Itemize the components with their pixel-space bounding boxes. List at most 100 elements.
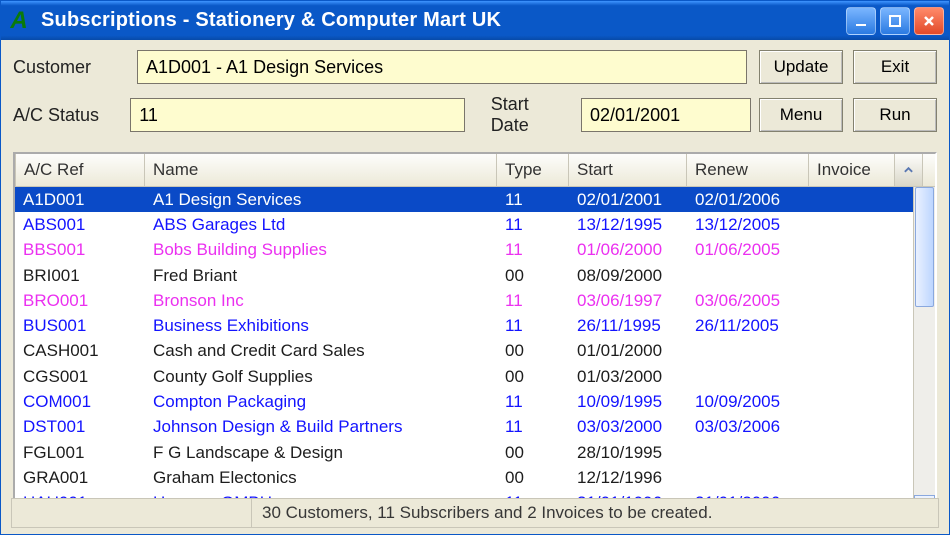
update-button[interactable]: Update: [759, 50, 843, 84]
titlebar[interactable]: A Subscriptions - Stationery & Computer …: [1, 1, 949, 40]
cell-type: 00: [497, 367, 569, 387]
chevron-up-icon: [903, 164, 914, 176]
cell-type: 00: [497, 443, 569, 463]
col-header-type[interactable]: Type: [497, 154, 569, 186]
cell-start: 03/03/2000: [569, 417, 687, 437]
table-row[interactable]: BBS001Bobs Building Supplies1101/06/2000…: [15, 238, 913, 263]
ac-status-input[interactable]: [130, 98, 464, 132]
cell-renew: 13/12/2005: [687, 215, 809, 235]
customer-input[interactable]: [137, 50, 747, 84]
cell-ac: BRI001: [15, 266, 145, 286]
menu-button[interactable]: Menu: [759, 98, 843, 132]
statusbar-message: 30 Customers, 11 Subscribers and 2 Invoi…: [251, 498, 939, 528]
cell-name: Graham Electonics: [145, 468, 497, 488]
start-date-input[interactable]: [581, 98, 751, 132]
cell-ac: ABS001: [15, 215, 145, 235]
cell-name: Johnson Design & Build Partners: [145, 417, 497, 437]
cell-ac: A1D001: [15, 190, 145, 210]
cell-name: F G Landscape & Design: [145, 443, 497, 463]
exit-button[interactable]: Exit: [853, 50, 937, 84]
scrollbar-header-spacer: [895, 154, 923, 186]
scrollbar-thumb[interactable]: [915, 187, 934, 307]
window-controls: [846, 7, 944, 35]
cell-start: 01/01/2000: [569, 341, 687, 361]
cell-ac: COM001: [15, 392, 145, 412]
cell-name: Compton Packaging: [145, 392, 497, 412]
cell-type: 11: [497, 392, 569, 412]
cell-type: 11: [497, 240, 569, 260]
ac-status-label: A/C Status: [13, 105, 122, 126]
subscriptions-window: A Subscriptions - Stationery & Computer …: [0, 0, 950, 535]
cell-type: 11: [497, 190, 569, 210]
cell-name: Fred Briant: [145, 266, 497, 286]
table-row[interactable]: A1D001A1 Design Services1102/01/200102/0…: [15, 187, 913, 212]
col-header-renew[interactable]: Renew: [687, 154, 809, 186]
maximize-button[interactable]: [880, 7, 910, 35]
cell-renew: 01/06/2005: [687, 240, 809, 260]
table-row[interactable]: BUS001Business Exhibitions1126/11/199526…: [15, 313, 913, 338]
cell-name: A1 Design Services: [145, 190, 497, 210]
cell-start: 28/10/1995: [569, 443, 687, 463]
close-button[interactable]: [914, 7, 944, 35]
cell-name: Bronson Inc: [145, 291, 497, 311]
cell-name: Cash and Credit Card Sales: [145, 341, 497, 361]
cell-start: 03/06/1997: [569, 291, 687, 311]
grid-header: A/C Ref Name Type Start Renew Invoice: [15, 154, 935, 187]
table-row[interactable]: ABS001ABS Garages Ltd1113/12/199513/12/2…: [15, 212, 913, 237]
cell-name: County Golf Supplies: [145, 367, 497, 387]
table-row[interactable]: GRA001Graham Electonics0012/12/1996: [15, 465, 913, 490]
cell-ac: CASH001: [15, 341, 145, 361]
customer-label: Customer: [13, 57, 129, 78]
window-title: Subscriptions - Stationery & Computer Ma…: [41, 9, 846, 32]
data-grid: A/C Ref Name Type Start Renew Invoice A1…: [13, 152, 937, 519]
run-button[interactable]: Run: [853, 98, 937, 132]
cell-type: 00: [497, 266, 569, 286]
cell-name: Bobs Building Supplies: [145, 240, 497, 260]
cell-type: 00: [497, 341, 569, 361]
col-header-start[interactable]: Start: [569, 154, 687, 186]
table-row[interactable]: CASH001Cash and Credit Card Sales0001/01…: [15, 339, 913, 364]
cell-ac: GRA001: [15, 468, 145, 488]
statusbar: 30 Customers, 11 Subscribers and 2 Invoi…: [11, 498, 939, 528]
cell-renew: 02/01/2006: [687, 190, 809, 210]
col-header-invoice[interactable]: Invoice: [809, 154, 895, 186]
cell-type: 11: [497, 316, 569, 336]
table-row[interactable]: BRO001Bronson Inc1103/06/199703/06/2005: [15, 288, 913, 313]
cell-name: ABS Garages Ltd: [145, 215, 497, 235]
cell-renew: 26/11/2005: [687, 316, 809, 336]
cell-start: 10/09/1995: [569, 392, 687, 412]
cell-type: 11: [497, 215, 569, 235]
form-area: Customer Update Exit A/C Status Start Da…: [1, 40, 949, 152]
table-row[interactable]: DST001Johnson Design & Build Partners110…: [15, 415, 913, 440]
table-row[interactable]: BRI001Fred Briant0008/09/2000: [15, 263, 913, 288]
cell-ac: BBS001: [15, 240, 145, 260]
scrollbar-track[interactable]: [914, 187, 935, 495]
table-row[interactable]: CGS001County Golf Supplies0001/03/2000: [15, 364, 913, 389]
cell-start: 26/11/1995: [569, 316, 687, 336]
cell-ac: DST001: [15, 417, 145, 437]
cell-type: 00: [497, 468, 569, 488]
table-row[interactable]: FGL001F G Landscape & Design0028/10/1995: [15, 440, 913, 465]
statusbar-left-pane: [11, 498, 251, 528]
cell-start: 12/12/1996: [569, 468, 687, 488]
cell-start: 13/12/1995: [569, 215, 687, 235]
cell-type: 11: [497, 291, 569, 311]
cell-renew: 03/03/2006: [687, 417, 809, 437]
cell-renew: 03/06/2005: [687, 291, 809, 311]
cell-start: 01/06/2000: [569, 240, 687, 260]
grid-rows: A1D001A1 Design Services1102/01/200102/0…: [15, 187, 913, 517]
cell-ac: BRO001: [15, 291, 145, 311]
cell-name: Business Exhibitions: [145, 316, 497, 336]
table-row[interactable]: COM001Compton Packaging1110/09/199510/09…: [15, 389, 913, 414]
start-date-label: Start Date: [491, 94, 567, 136]
cell-renew: 10/09/2005: [687, 392, 809, 412]
cell-ac: FGL001: [15, 443, 145, 463]
cell-ac: BUS001: [15, 316, 145, 336]
minimize-button[interactable]: [846, 7, 876, 35]
vertical-scrollbar[interactable]: [913, 187, 935, 517]
cell-start: 08/09/2000: [569, 266, 687, 286]
col-header-name[interactable]: Name: [145, 154, 497, 186]
cell-start: 01/03/2000: [569, 367, 687, 387]
cell-type: 11: [497, 417, 569, 437]
col-header-ac-ref[interactable]: A/C Ref: [15, 154, 145, 186]
